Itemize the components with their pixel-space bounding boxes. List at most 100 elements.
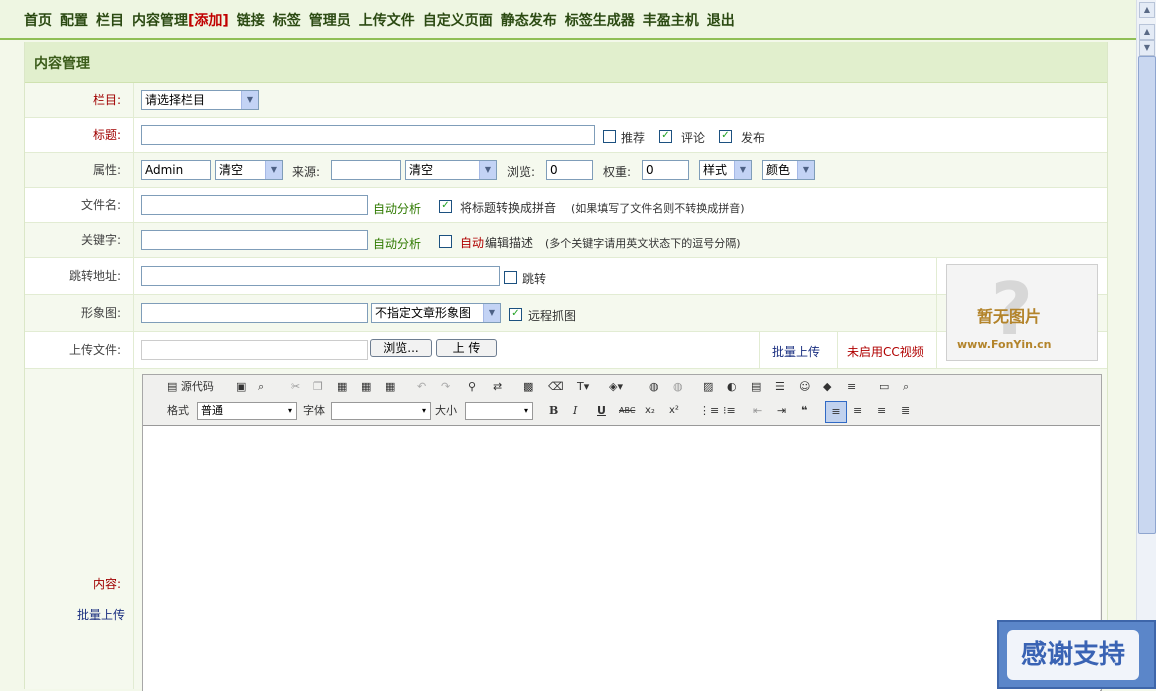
editor-content-area[interactable] — [143, 425, 1100, 691]
table-icon[interactable]: ▤ — [751, 379, 761, 395]
cc-video-link[interactable]: 未启用CC视频 — [847, 343, 924, 360]
show-blocks-icon[interactable]: ⌕ — [903, 379, 909, 395]
keywords-input[interactable] — [141, 230, 368, 250]
vertical-scrollbar[interactable]: ▲ ▲ ▼ — [1136, 0, 1156, 689]
nav-add[interactable]: [添加] — [188, 13, 229, 29]
font-select[interactable]: ▾ — [331, 402, 431, 420]
scroll-down-icon[interactable]: ▼ — [1139, 40, 1155, 56]
scroll-up-icon[interactable]: ▲ — [1139, 2, 1155, 18]
nav-static[interactable]: 静态发布 — [501, 13, 557, 29]
column-select[interactable]: 请选择栏目 ▼ — [141, 90, 259, 110]
eraser-icon[interactable]: ⌫ — [548, 379, 564, 395]
select-all-icon[interactable]: ▩ — [523, 379, 533, 395]
image-select[interactable]: 不指定文章形象图 ▼ — [371, 303, 501, 323]
filename-input[interactable] — [141, 195, 368, 215]
indent-icon[interactable]: ⇥ — [777, 403, 786, 419]
underline-icon[interactable]: U — [597, 403, 606, 419]
superscript-icon[interactable]: x² — [669, 403, 679, 419]
nav-custom-page[interactable]: 自定义页面 — [423, 13, 493, 29]
views-input[interactable]: 0 — [546, 160, 593, 180]
align-left-icon[interactable]: ≡ — [825, 401, 847, 423]
scroll-thumb[interactable] — [1138, 56, 1156, 534]
save-icon[interactable]: ▣ — [236, 379, 246, 395]
nav-host[interactable]: 丰盈主机 — [643, 13, 699, 29]
subscript-icon[interactable]: x₂ — [645, 403, 655, 419]
flash-icon[interactable]: ◐ — [727, 379, 737, 395]
style-select[interactable]: 样式 ▼ — [699, 160, 752, 180]
nav-tag-gen[interactable]: 标签生成器 — [565, 13, 635, 29]
strike-icon[interactable]: ABC — [619, 403, 635, 419]
smiley-icon[interactable]: ☺ — [799, 379, 810, 395]
label-upload: 上传文件: — [25, 332, 134, 368]
color-select[interactable]: 颜色 ▼ — [762, 160, 815, 180]
nav-admin[interactable]: 管理员 — [309, 13, 351, 29]
page-break-icon[interactable]: ≡ — [847, 379, 856, 395]
scroll-up-icon-2[interactable]: ▲ — [1139, 24, 1155, 40]
bg-color-icon[interactable]: ◈▾ — [609, 379, 623, 395]
nav-tags[interactable]: 标签 — [273, 13, 301, 29]
redirect-checkbox[interactable] — [504, 271, 517, 284]
source-code-button[interactable]: ▤ 源代码 — [167, 379, 214, 395]
content-batch-upload[interactable]: 批量上传 — [77, 606, 125, 623]
copy-icon[interactable]: ❐ — [313, 379, 323, 395]
nav-logout[interactable]: 退出 — [707, 13, 735, 29]
hr-icon[interactable]: ☰ — [775, 379, 785, 395]
keywords-auto-analyze[interactable]: 自动分析 — [373, 235, 421, 252]
bold-icon[interactable]: B — [549, 403, 558, 419]
size-select[interactable]: ▾ — [465, 402, 533, 420]
label-image: 形象图: — [25, 295, 134, 331]
nav-config[interactable]: 配置 — [60, 13, 88, 29]
weight-input[interactable]: 0 — [642, 160, 689, 180]
ordered-list-icon[interactable]: ⋮≡ — [699, 403, 719, 419]
image-icon[interactable]: ▨ — [703, 379, 713, 395]
nav-home[interactable]: 首页 — [24, 13, 52, 29]
cut-icon[interactable]: ✂ — [291, 379, 300, 395]
unordered-list-icon[interactable]: ⁝≡ — [723, 403, 736, 419]
special-char-icon[interactable]: ◆ — [823, 379, 831, 395]
align-right-icon[interactable]: ≡ — [877, 403, 886, 419]
outdent-icon[interactable]: ⇤ — [753, 403, 762, 419]
author-input[interactable]: Admin — [141, 160, 211, 180]
upload-button[interactable]: 上 传 — [436, 339, 497, 357]
align-justify-icon[interactable]: ≣ — [901, 403, 910, 419]
upload-file-input[interactable] — [141, 340, 368, 360]
blockquote-icon[interactable]: ❝ — [801, 403, 807, 419]
publish-checkbox[interactable]: ✓ — [719, 130, 732, 143]
row-filename: 文件名: 自动分析 ✓ 将标题转换成拼音 (如果填写了文件名则不转换成拼音) — [25, 188, 1107, 223]
find-icon[interactable]: ⚲ — [468, 379, 476, 395]
nav-column[interactable]: 栏目 — [96, 13, 124, 29]
paste-word-icon[interactable]: ▦ — [385, 379, 395, 395]
nav-upload[interactable]: 上传文件 — [359, 13, 415, 29]
redirect-input[interactable] — [141, 266, 500, 286]
replace-icon[interactable]: ⇄ — [493, 379, 502, 395]
image-input[interactable] — [141, 303, 368, 323]
batch-upload-link[interactable]: 批量上传 — [772, 343, 820, 360]
source-clear-select[interactable]: 清空 ▼ — [405, 160, 497, 180]
filename-auto-analyze[interactable]: 自动分析 — [373, 200, 421, 217]
undo-icon[interactable]: ↶ — [417, 379, 426, 395]
format-select[interactable]: 普通 ▾ — [197, 402, 297, 420]
italic-icon[interactable]: I — [573, 403, 577, 419]
author-clear-select[interactable]: 清空 ▼ — [215, 160, 283, 180]
nav-content[interactable]: 内容管理 — [132, 13, 188, 29]
row-column: 栏目: 请选择栏目 ▼ — [25, 83, 1107, 118]
remote-checkbox[interactable]: ✓ — [509, 308, 522, 321]
browse-button[interactable]: 浏览... — [370, 339, 432, 357]
comment-checkbox[interactable]: ✓ — [659, 130, 672, 143]
preview-icon[interactable]: ⌕ — [258, 379, 264, 395]
paste-text-icon[interactable]: ▦ — [361, 379, 371, 395]
align-center-icon[interactable]: ≡ — [853, 403, 862, 419]
unlink-icon[interactable]: ◍ — [673, 379, 683, 395]
desc-checkbox[interactable] — [439, 235, 452, 248]
thanks-support-badge[interactable]: 感谢支持 — [997, 620, 1156, 689]
text-color-icon[interactable]: T▾ — [577, 379, 589, 395]
maximize-icon[interactable]: ▭ — [879, 379, 889, 395]
nav-links[interactable]: 链接 — [237, 13, 265, 29]
redo-icon[interactable]: ↷ — [441, 379, 450, 395]
recommend-checkbox[interactable] — [603, 130, 616, 143]
paste-icon[interactable]: ▦ — [337, 379, 347, 395]
link-icon[interactable]: ◍ — [649, 379, 659, 395]
pinyin-checkbox[interactable]: ✓ — [439, 200, 452, 213]
source-input[interactable] — [331, 160, 401, 180]
title-input[interactable] — [141, 125, 595, 145]
